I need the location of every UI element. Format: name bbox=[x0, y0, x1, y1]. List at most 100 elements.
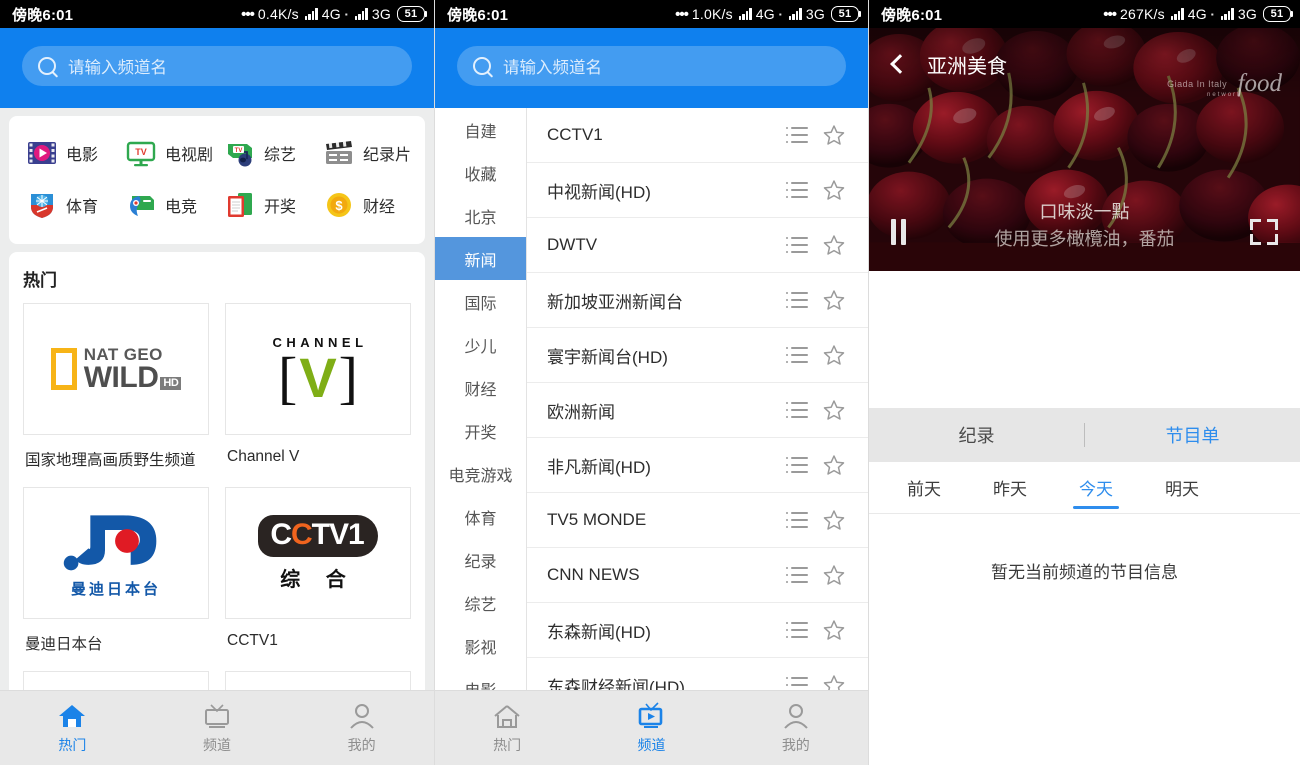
tab-hot[interactable]: 热门 bbox=[435, 702, 579, 755]
sidebar-item-tiyu[interactable]: 体育 bbox=[435, 495, 526, 538]
tab-yesterday[interactable]: 昨天 bbox=[967, 462, 1053, 513]
category-esports[interactable]: 电竞 bbox=[118, 190, 217, 220]
table-row[interactable]: CNN NEWS bbox=[527, 548, 868, 603]
category-tv-drama[interactable]: TV 电视剧 bbox=[118, 138, 217, 168]
channelv-line2: V bbox=[299, 346, 337, 410]
segment-record[interactable]: 纪录 bbox=[869, 422, 1084, 448]
network-type-1: 4G bbox=[321, 6, 341, 22]
playlist-icon[interactable] bbox=[786, 567, 808, 583]
favorite-star-icon[interactable] bbox=[822, 178, 846, 202]
table-row[interactable]: TV5 MONDE bbox=[527, 493, 868, 548]
tab-mine[interactable]: 我的 bbox=[289, 702, 434, 755]
table-row[interactable]: 欧洲新闻 bbox=[527, 383, 868, 438]
playlist-icon[interactable] bbox=[786, 512, 808, 528]
favorite-star-icon[interactable] bbox=[822, 233, 846, 257]
table-row[interactable]: 非凡新闻(HD) bbox=[527, 438, 868, 493]
sim-dot-icon: ▪ bbox=[1210, 9, 1214, 19]
hot-channel-item[interactable]: 曼迪日本台 曼迪日本台 bbox=[23, 487, 209, 660]
favorite-star-icon[interactable] bbox=[822, 618, 846, 642]
tab-hot[interactable]: 热门 bbox=[0, 702, 145, 755]
category-sidebar[interactable]: 自建 收藏 北京 新闻 国际 少儿 财经 开奖 电竞游戏 体育 纪录 综艺 影视… bbox=[435, 108, 527, 725]
favorite-star-icon[interactable] bbox=[822, 398, 846, 422]
signal-bars-icon-2 bbox=[1220, 8, 1234, 20]
favorite-star-icon[interactable] bbox=[822, 343, 846, 367]
category-documentary[interactable]: 纪录片 bbox=[316, 138, 415, 168]
video-player[interactable]: 亚洲美食 Giada In Italy food network 口味淡一點 使… bbox=[869, 28, 1300, 271]
favorite-star-icon[interactable] bbox=[822, 453, 846, 477]
channel-name: 东森新闻(HD) bbox=[547, 622, 651, 642]
channel-name: Channel V bbox=[227, 448, 300, 465]
favorite-star-icon[interactable] bbox=[822, 508, 846, 532]
playlist-icon[interactable] bbox=[786, 622, 808, 638]
signal-bars-icon-1 bbox=[1170, 8, 1184, 20]
tab-channels[interactable]: 频道 bbox=[579, 701, 723, 755]
hot-channel-item[interactable]: NAT GEO WILD HD 国家地理高画质野生频道 bbox=[23, 303, 209, 476]
pause-button[interactable] bbox=[891, 219, 906, 245]
favorite-star-icon[interactable] bbox=[822, 288, 846, 312]
table-row[interactable]: 寰宇新闻台(HD) bbox=[527, 328, 868, 383]
network-speed: 267K/s bbox=[1120, 6, 1165, 22]
sidebar-item-yingshi[interactable]: 影视 bbox=[435, 624, 526, 667]
tab-tomorrow[interactable]: 明天 bbox=[1139, 462, 1225, 513]
tab-today[interactable]: 今天 bbox=[1053, 462, 1139, 513]
sidebar-item-zijian[interactable]: 自建 bbox=[435, 108, 526, 151]
playlist-icon[interactable] bbox=[786, 347, 808, 363]
sidebar-item-guoji[interactable]: 国际 bbox=[435, 280, 526, 323]
playlist-icon[interactable] bbox=[786, 402, 808, 418]
status-bar-2: 傍晚6:01 ••• 1.0K/s 4G ▪ 3G 51 bbox=[435, 0, 868, 28]
sidebar-item-caijing[interactable]: 财经 bbox=[435, 366, 526, 409]
playlist-icon[interactable] bbox=[786, 182, 808, 198]
search-input-1[interactable]: 请输入频道名 bbox=[22, 46, 412, 86]
sidebar-item-beijing[interactable]: 北京 bbox=[435, 194, 526, 237]
sidebar-item-jilu[interactable]: 纪录 bbox=[435, 538, 526, 581]
tv-icon bbox=[636, 701, 666, 730]
status-indicators: ••• 1.0K/s 4G ▪ 3G 51 bbox=[675, 6, 861, 23]
favorite-star-icon[interactable] bbox=[822, 123, 846, 147]
favorite-star-icon[interactable] bbox=[822, 563, 846, 587]
tab-day-before-yesterday[interactable]: 前天 bbox=[881, 462, 967, 513]
home-icon bbox=[57, 702, 87, 730]
back-arrow-icon[interactable] bbox=[890, 54, 910, 74]
playlist-icon[interactable] bbox=[786, 457, 808, 473]
playlist-icon[interactable] bbox=[786, 127, 808, 143]
channel-name: 中视新闻(HD) bbox=[547, 182, 651, 202]
category-finance[interactable]: $ 财经 bbox=[316, 190, 415, 220]
sidebar-item-xinwen[interactable]: 新闻 bbox=[435, 237, 526, 280]
hot-channel-item[interactable]: C C TV 1 综 合 CCTV1 bbox=[225, 487, 411, 660]
network-type-2: 3G bbox=[371, 6, 391, 22]
category-sports[interactable]: 体育 bbox=[19, 190, 118, 220]
svg-text:$: $ bbox=[335, 198, 343, 213]
battery-indicator: 51 bbox=[1263, 6, 1293, 22]
table-row[interactable]: 中视新闻(HD) bbox=[527, 163, 868, 218]
natgeo-line2: WILD bbox=[83, 360, 159, 394]
sidebar-item-dianjing[interactable]: 电竞游戏 bbox=[435, 452, 526, 495]
playlist-icon[interactable] bbox=[786, 237, 808, 253]
tab-channels[interactable]: 频道 bbox=[145, 702, 290, 755]
playlist-icon[interactable] bbox=[786, 292, 808, 308]
table-row[interactable]: 新加坡亚洲新闻台 bbox=[527, 273, 868, 328]
category-lottery[interactable]: 开奖 bbox=[217, 190, 316, 220]
category-variety[interactable]: TV 综艺 bbox=[217, 138, 316, 168]
tab-mine[interactable]: 我的 bbox=[724, 702, 868, 755]
hot-channels-card: 热门 NAT GEO WILD HD 国家地理高画质野生频道 CHANNEL [… bbox=[9, 252, 425, 745]
bottom-tabbar-2: 热门 频道 我的 bbox=[435, 690, 868, 765]
sidebar-item-shoucang[interactable]: 收藏 bbox=[435, 151, 526, 194]
sidebar-item-shaoer[interactable]: 少儿 bbox=[435, 323, 526, 366]
table-row[interactable]: DWTV bbox=[527, 218, 868, 273]
channel-list: CCTV1 中视新闻(HD) DWTV 新加坡亚洲新闻台 寰宇新闻台(HD) 欧… bbox=[527, 108, 868, 725]
sidebar-item-kaijiang[interactable]: 开奖 bbox=[435, 409, 526, 452]
lottery-icon bbox=[225, 190, 255, 220]
search-icon bbox=[38, 57, 56, 75]
category-movie[interactable]: 电影 bbox=[19, 138, 118, 168]
sidebar-item-zongyi[interactable]: 综艺 bbox=[435, 581, 526, 624]
channel-name: 寰宇新闻台(HD) bbox=[547, 347, 668, 367]
category-label: 开奖 bbox=[264, 199, 297, 216]
table-row[interactable]: CCTV1 bbox=[527, 108, 868, 163]
segment-program-list[interactable]: 节目单 bbox=[1085, 422, 1300, 448]
channel-logo-natgeo: NAT GEO WILD HD bbox=[23, 303, 209, 435]
tab-label: 频道 bbox=[637, 736, 666, 753]
table-row[interactable]: 东森新闻(HD) bbox=[527, 603, 868, 658]
hot-channel-item[interactable]: CHANNEL [ V ] Channel V bbox=[225, 303, 411, 476]
search-input-2[interactable]: 请输入频道名 bbox=[457, 46, 846, 86]
fullscreen-button[interactable] bbox=[1250, 219, 1278, 245]
